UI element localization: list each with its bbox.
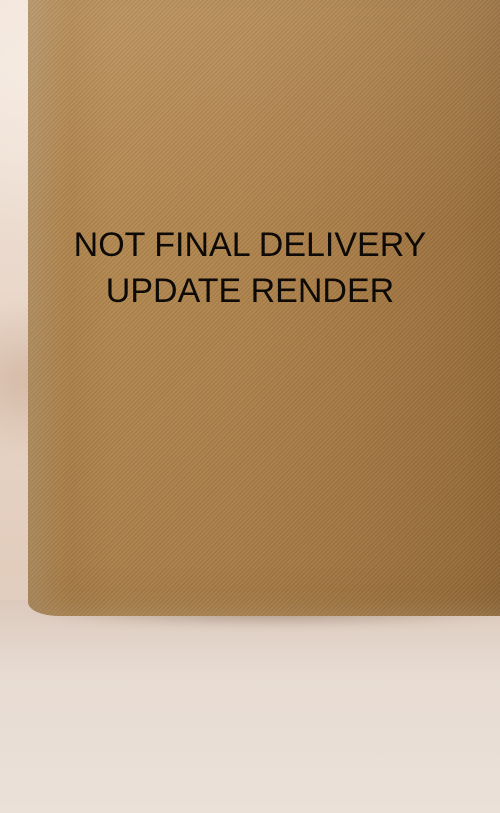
product-render-scene: NOT FINAL DELIVERY UPDATE RENDER — [0, 0, 500, 813]
render-watermark: NOT FINAL DELIVERY UPDATE RENDER — [0, 222, 500, 314]
watermark-line-2: UPDATE RENDER — [105, 272, 395, 310]
watermark-line-1: NOT FINAL DELIVERY — [73, 226, 427, 264]
floor-surface — [0, 600, 500, 813]
